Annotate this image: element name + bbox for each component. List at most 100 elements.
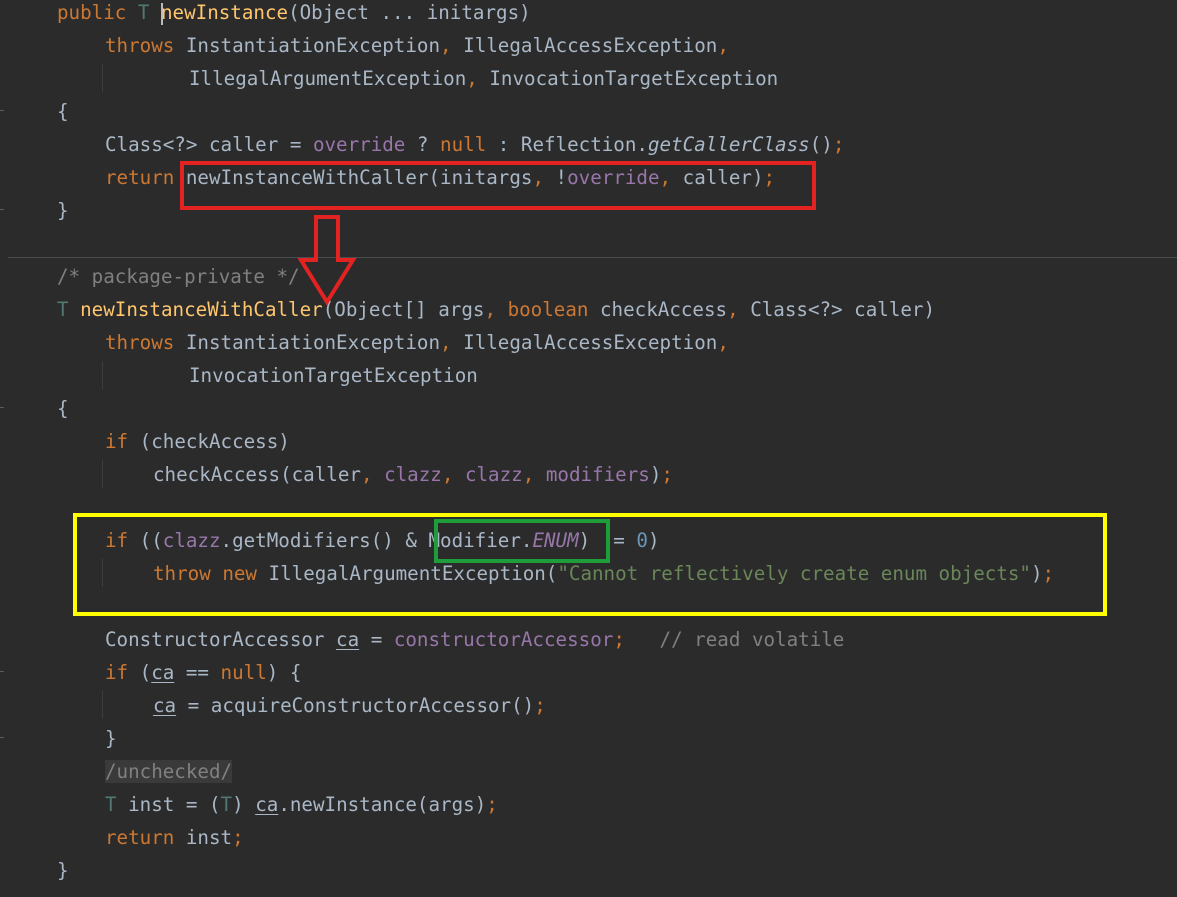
code-text: ? <box>405 133 441 156</box>
code-line-10[interactable]: throws InstantiationException, IllegalAc… <box>105 326 729 359</box>
type-param: T <box>220 793 233 816</box>
semicolon: ; <box>1042 562 1055 585</box>
code-text: ) { <box>266 661 302 684</box>
keyword: return <box>105 826 175 849</box>
semicolon: ; <box>613 628 625 651</box>
code-text: ConstructorAccessor <box>105 628 337 651</box>
code-text: IllegalAccessException <box>463 34 718 57</box>
method-call: getCallerClass <box>647 133 810 156</box>
field: clazz <box>162 529 221 552</box>
code-line-23[interactable]: return inst; <box>105 821 244 854</box>
field: clazz <box>464 463 523 486</box>
code-text: .newInstance(args) <box>278 793 487 816</box>
code-line-8[interactable]: /* package-private */ <box>57 260 300 293</box>
comment: // read volatile <box>659 628 845 651</box>
keyword: boolean <box>507 298 589 321</box>
code-text: inst = ( <box>116 793 221 816</box>
fold-icon[interactable]: ⌐ <box>0 731 7 745</box>
brace: { <box>57 397 69 420</box>
code-text: checkAccess <box>588 298 728 321</box>
code-line-1[interactable]: public T newInstance(Object ... initargs… <box>57 0 531 29</box>
comment: /* package-private */ <box>57 265 300 288</box>
indent-guide <box>102 691 103 719</box>
keyword: throws <box>105 331 175 354</box>
type-param: T <box>57 298 69 321</box>
code-line-9[interactable]: T newInstanceWithCaller(Object[] args, b… <box>57 293 935 326</box>
code-text: ) <box>1030 562 1043 585</box>
variable: ca <box>153 694 177 717</box>
code-editor[interactable]: ⌐ ⌐ ⌐ ⌐ ⌐ public T newInstance(Object ..… <box>0 0 1177 897</box>
indent-guide <box>102 559 103 587</box>
fold-icon[interactable]: ⌐ <box>0 401 7 415</box>
semicolon: ; <box>661 463 673 486</box>
semicolon: ; <box>486 793 498 816</box>
code-text: inst <box>174 826 233 849</box>
code-line-2[interactable]: throws InstantiationException, IllegalAc… <box>105 29 729 62</box>
indent-guide <box>102 361 103 389</box>
code-line-3[interactable]: IllegalArgumentException, InvocationTarg… <box>189 62 778 95</box>
code-text: InvocationTargetException <box>489 67 779 90</box>
keyword: new <box>222 562 257 585</box>
field: constructorAccessor <box>393 628 614 651</box>
static-field: ENUM <box>532 529 579 552</box>
brace: } <box>105 727 117 750</box>
code-line-22[interactable]: T inst = (T) ca.newInstance(args); <box>105 788 498 821</box>
indent-guide <box>102 460 103 488</box>
code-line-7[interactable]: } <box>57 194 69 227</box>
indent-guide <box>102 64 103 92</box>
code-line-21[interactable]: /unchecked/ <box>105 755 233 788</box>
brace: } <box>57 859 69 882</box>
punctuation: , <box>659 166 672 189</box>
code-line-16[interactable]: throw new IllegalArgumentException("Cann… <box>153 557 1054 590</box>
code-line-4[interactable]: { <box>57 95 69 128</box>
code-text: IllegalArgumentException <box>189 67 467 90</box>
code-line-17[interactable]: ConstructorAccessor ca = constructorAcce… <box>105 623 844 656</box>
code-text: ) != <box>578 529 637 552</box>
code-line-14[interactable]: checkAccess(caller, clazz, clazz, modifi… <box>153 458 673 491</box>
keyword: if <box>105 529 129 552</box>
code-text: (Object ... initargs) <box>288 1 531 24</box>
code-text: Class<?> caller = <box>105 133 313 156</box>
fold-icon[interactable]: ⌐ <box>0 104 7 118</box>
keyword: public <box>57 1 127 24</box>
code-text: IllegalArgumentException( <box>268 562 558 585</box>
gutter <box>0 0 10 897</box>
code-text: ) <box>647 529 660 552</box>
punctuation: , <box>727 298 739 321</box>
variable: ca <box>255 793 279 816</box>
code-line-18[interactable]: if (ca == null) { <box>105 656 301 689</box>
brace: } <box>57 199 69 222</box>
code-line-24[interactable]: } <box>57 854 69 887</box>
code-text: = acquireConstructorAccessor() <box>176 694 535 717</box>
method-name: newInstanceWithCaller <box>80 298 323 321</box>
code-line-15[interactable]: if ((clazz.getModifiers() & Modifier.ENU… <box>105 524 660 557</box>
fold-icon[interactable]: ⌐ <box>0 665 7 679</box>
code-line-13[interactable]: if (checkAccess) <box>105 425 290 458</box>
semicolon: ; <box>534 694 546 717</box>
keyword: throws <box>105 34 175 57</box>
punctuation: , <box>717 34 729 57</box>
field: clazz <box>384 463 442 486</box>
code-text: InstantiationException <box>185 34 441 57</box>
method-name: newInstance <box>161 1 289 24</box>
code-line-12[interactable]: { <box>57 392 69 425</box>
code-line-19[interactable]: ca = acquireConstructorAccessor(); <box>153 689 546 722</box>
punctuation: , <box>360 463 373 486</box>
code-line-5[interactable]: Class<?> caller = override ? null : Refl… <box>105 128 844 161</box>
code-line-6[interactable]: return newInstanceWithCaller(initargs, !… <box>105 161 775 194</box>
keyword: null <box>440 133 487 156</box>
code-text: : Reflection. <box>486 133 648 156</box>
field: override <box>567 166 660 189</box>
code-text: ( <box>128 661 152 684</box>
semicolon: ; <box>763 166 776 189</box>
keyword: if <box>105 661 129 684</box>
code-line-20[interactable]: } <box>105 722 117 755</box>
code-line-11[interactable]: InvocationTargetException <box>189 359 478 392</box>
punctuation: , <box>522 463 535 486</box>
fold-icon[interactable]: ⌐ <box>0 203 7 217</box>
code-text: ) <box>232 793 256 816</box>
code-text: ) <box>649 463 662 486</box>
code-text: checkAccess(caller <box>153 463 361 486</box>
semicolon: ; <box>232 826 244 849</box>
type-param: T <box>105 793 117 816</box>
